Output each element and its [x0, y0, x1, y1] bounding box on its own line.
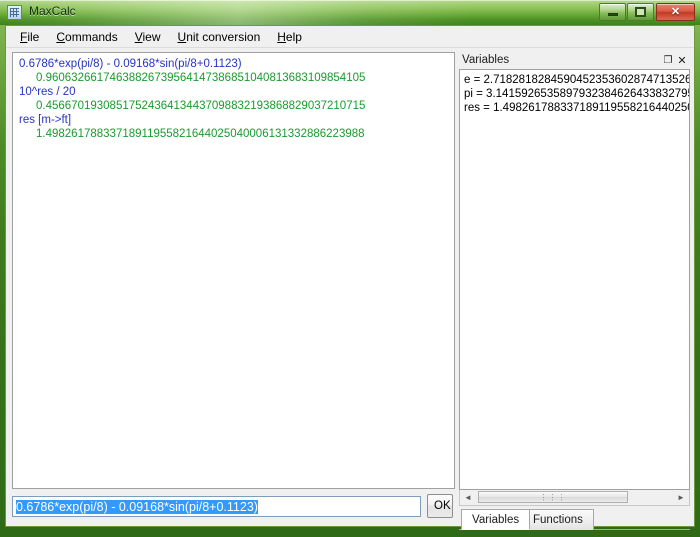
close-button[interactable]: ✕	[656, 3, 695, 21]
scroll-left-icon[interactable]: ◄	[460, 490, 476, 504]
history-expression: 0.6786*exp(pi/8) - 0.09168*sin(pi/8+0.11…	[19, 58, 242, 70]
client-area: File Commands View Unit conversion Help …	[5, 25, 695, 530]
scrollbar-thumb[interactable]: ⋮⋮⋮	[478, 491, 628, 503]
minimize-icon	[600, 4, 625, 20]
history-result: 0.96063266174638826739564147386851040813…	[36, 72, 366, 84]
minimize-button[interactable]	[599, 3, 626, 21]
tab-variables[interactable]: Variables	[461, 509, 531, 530]
dock-title-label: Variables	[462, 54, 510, 66]
title-bar[interactable]: MaxCalc ✕	[0, 0, 700, 25]
maximize-button[interactable]	[627, 3, 654, 21]
list-item: e = 2.7182818284590452353602874713526624…	[464, 74, 689, 86]
history-result: 0.45667019308517524364134437098832193868…	[36, 100, 366, 112]
close-icon: ✕	[670, 5, 681, 18]
menu-bar: File Commands View Unit conversion Help	[6, 26, 694, 48]
horizontal-scrollbar[interactable]: ◄ ⋮⋮⋮ ►	[459, 490, 690, 506]
expression-input[interactable]	[12, 496, 421, 517]
ok-button[interactable]: OK	[427, 494, 453, 518]
close-icon[interactable]: ✕	[676, 54, 688, 67]
history-expression: 10^res / 20	[19, 86, 76, 98]
menu-item-file[interactable]: File	[12, 27, 48, 47]
application-window: MaxCalc ✕ File Commands View Unit conver…	[0, 0, 700, 537]
menu-item-help[interactable]: Help	[269, 27, 311, 47]
menu-item-unit-conversion[interactable]: Unit conversion	[170, 27, 270, 47]
history-result: 1.49826178833718911955821644025040006131…	[36, 128, 365, 140]
dock-tab-bar: Variables Functions	[459, 508, 690, 530]
dock-title-bar: Variables ❐ ✕	[459, 52, 690, 69]
calculator-icon	[7, 5, 22, 20]
variables-list[interactable]: e = 2.7182818284590452353602874713526624…	[459, 69, 690, 490]
tab-functions[interactable]: Functions	[522, 509, 594, 530]
scroll-right-icon[interactable]: ►	[673, 490, 689, 504]
variables-dock: Variables ❐ ✕ e = 2.71828182845904523536…	[459, 52, 690, 530]
list-item: pi = 3.141592653589793238462643383279502…	[464, 88, 689, 100]
maximize-icon	[628, 4, 653, 20]
list-item: res = 1.49826178833718911955821644025040…	[464, 102, 689, 114]
restore-icon[interactable]: ❐	[662, 54, 674, 66]
window-title: MaxCalc	[29, 4, 76, 18]
menu-item-view[interactable]: View	[127, 27, 170, 47]
history-expression: res [m->ft]	[19, 114, 72, 126]
menu-item-commands[interactable]: Commands	[48, 27, 126, 47]
output-history-pane[interactable]: 0.6786*exp(pi/8) - 0.09168*sin(pi/8+0.11…	[12, 52, 455, 489]
